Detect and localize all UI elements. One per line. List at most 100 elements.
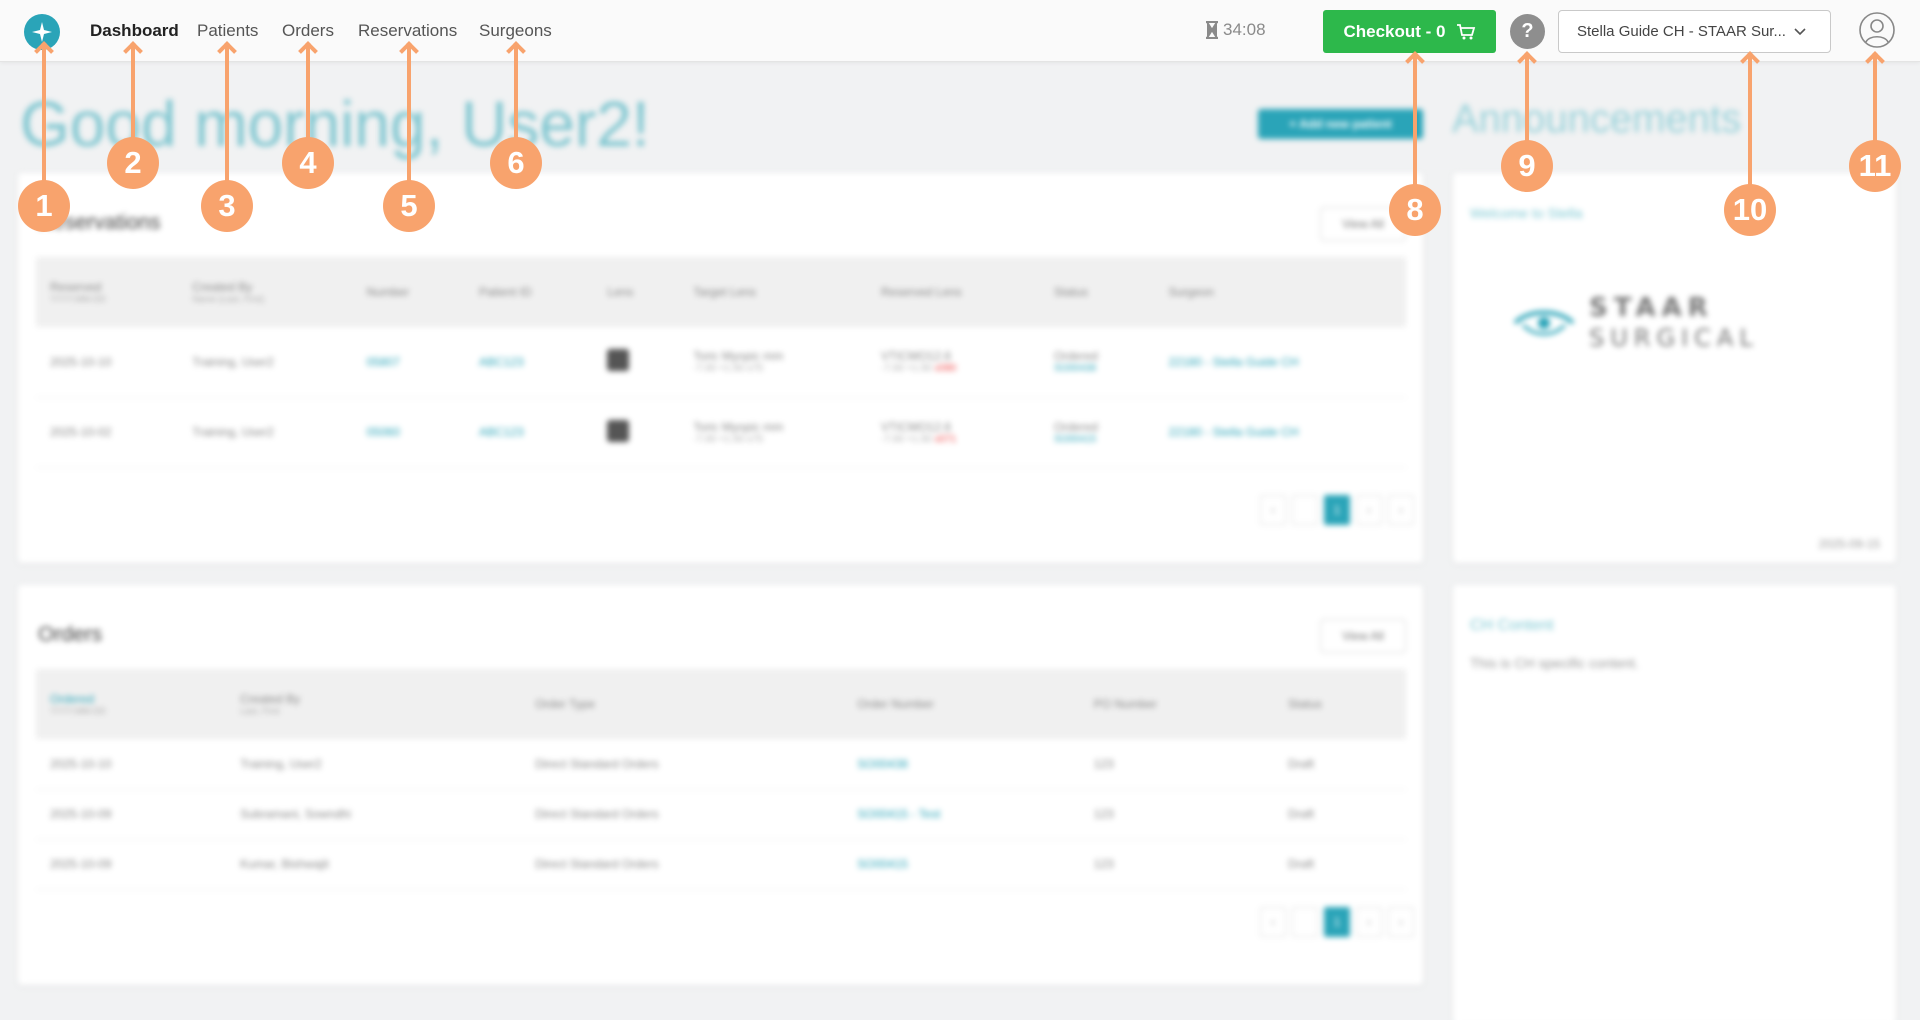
- cell-status: Draft: [1274, 739, 1406, 790]
- logo-text-surgical: SURGICAL: [1589, 324, 1759, 352]
- add-new-patient-button[interactable]: + Add new patient: [1258, 109, 1423, 139]
- patient-id-link[interactable]: ABC123: [464, 397, 594, 468]
- callout-badge: 10: [1724, 184, 1776, 236]
- pager-current-page[interactable]: 1: [1324, 907, 1350, 937]
- timer-value: 34:08: [1223, 20, 1266, 39]
- pager-last[interactable]: ›: [1388, 907, 1414, 937]
- nav-patients[interactable]: Patients: [197, 21, 258, 41]
- nav-reservations[interactable]: Reservations: [358, 21, 457, 41]
- cell-reserved: 2025-10-02: [36, 397, 179, 468]
- cell-reserved-lens: VTICMO12.6 -7.00 +1.50 x080: [866, 327, 1040, 398]
- table-row: 2025-10-09 Subramani, Sowndhi Direct Sta…: [36, 789, 1406, 840]
- orders-title: Orders: [38, 623, 103, 646]
- order-number-link[interactable]: SO00415: [843, 839, 1080, 890]
- col-target-lens: Target Lens: [693, 285, 756, 299]
- cell-order-type: Direct Standard Orders: [521, 789, 844, 840]
- col-surgeon: Surgeon: [1168, 285, 1214, 299]
- callout-badge: 1: [18, 180, 70, 232]
- callout-badge: 5: [383, 180, 435, 232]
- surgeon-link[interactable]: 22180 - Stella Guide CH: [1154, 327, 1406, 398]
- nav-dashboard[interactable]: Dashboard: [90, 21, 179, 41]
- pager-prev[interactable]: [1292, 907, 1318, 937]
- col-po-number[interactable]: PO Number: [1080, 669, 1274, 739]
- orders-table: Ordered YYYY.MM.DD Created By Last, First …: [36, 669, 1406, 890]
- cell-reserved-lens: VTICMO12.6 -7.00 +1.50 x071: [866, 397, 1040, 468]
- callout-badge: 4: [282, 137, 334, 189]
- user-profile-icon[interactable]: [1858, 11, 1896, 49]
- cell-status: Ordered SO00415: [1039, 397, 1155, 468]
- orders-pagination: ‹ 1 › ›: [1260, 907, 1414, 937]
- announcements-card: Welcome to Stella STAAR SURGICAL 2025-09…: [1453, 173, 1896, 563]
- patient-id-link[interactable]: ABC123: [464, 327, 594, 398]
- reservations-table: Reserved YYYY.MM.DD Created By Name (Last,…: [36, 257, 1406, 468]
- col-patient-id[interactable]: Patient ID: [465, 257, 593, 327]
- ch-content-card: CH Content This is CH specific content.: [1453, 585, 1896, 1020]
- col-created-by[interactable]: Created By Name (Last, First): [178, 257, 352, 327]
- cell-ordered: 2025-10-09: [36, 789, 227, 840]
- cell-created-by: Kumar, Bishwajit: [226, 839, 522, 890]
- cell-ordered: 2025-10-09: [36, 839, 227, 890]
- cell-status: Draft: [1274, 789, 1406, 840]
- cart-icon: [1456, 23, 1475, 39]
- reservation-number-link[interactable]: 05807: [352, 327, 465, 398]
- reservations-pagination: ‹ 1 › ›: [1260, 495, 1414, 525]
- site-selector-dropdown[interactable]: Stella Guide CH - STAAR Sur...: [1558, 10, 1831, 53]
- ch-content-title: CH Content: [1470, 617, 1554, 634]
- announcement-welcome-link[interactable]: Welcome to Stella: [1470, 205, 1583, 221]
- announcement-date: 2025-09-15: [1818, 537, 1880, 551]
- col-lens: Lens: [607, 285, 634, 299]
- col-status[interactable]: Status: [1274, 669, 1406, 739]
- table-row: 2025-10-09 Kumar, Bishwajit Direct Stand…: [36, 839, 1406, 890]
- ch-content-text: This is CH specific content.: [1470, 655, 1639, 671]
- col-status[interactable]: Status: [1040, 257, 1155, 327]
- surgeon-link[interactable]: 22180 - Stella Guide CH: [1154, 397, 1406, 468]
- callout-badge: 3: [201, 180, 253, 232]
- pager-first[interactable]: ‹: [1260, 907, 1286, 937]
- table-row: 2025-10-02 Training, User2 05060 ABC123 …: [36, 397, 1406, 468]
- pager-last[interactable]: ›: [1388, 495, 1414, 525]
- reservation-number-link[interactable]: 05060: [352, 397, 465, 468]
- cell-po: 123: [1079, 739, 1275, 790]
- question-icon: ?: [1521, 20, 1534, 42]
- nav-surgeons[interactable]: Surgeons: [479, 21, 552, 41]
- dashboard-content: Good morning, User2! + Add new patient A…: [0, 63, 1920, 1020]
- callout-badge: 8: [1389, 184, 1441, 236]
- nav-orders[interactable]: Orders: [282, 21, 334, 41]
- status-order-link[interactable]: SO00438: [1054, 363, 1141, 374]
- cell-lens: [593, 397, 680, 468]
- orders-view-all-button[interactable]: View All: [1320, 619, 1406, 653]
- col-created-by[interactable]: Created By Last, First: [226, 669, 521, 739]
- col-ordered[interactable]: Ordered YYYY.MM.DD: [36, 669, 226, 739]
- hourglass-icon: [1206, 21, 1218, 39]
- order-number-link[interactable]: SO00438: [843, 739, 1080, 790]
- site-selector-value: Stella Guide CH - STAAR Sur...: [1577, 23, 1786, 40]
- table-row: 2025-10-10 Training, User2 Direct Standa…: [36, 739, 1406, 790]
- col-reserved[interactable]: Reserved YYYY.MM.DD: [36, 257, 178, 327]
- orders-card: Orders View All Ordered YYYY.MM.DD Create…: [18, 585, 1423, 985]
- cell-lens: [593, 327, 680, 398]
- checkout-button[interactable]: Checkout - 0: [1323, 10, 1496, 53]
- eye-logo-icon: [1513, 310, 1575, 336]
- cell-target-lens: Toric Myopic mm -7.00 +1.50 x75: [679, 327, 867, 398]
- checkout-label: Checkout - 0: [1343, 21, 1446, 41]
- order-number-link[interactable]: SO00415 - Test: [843, 789, 1080, 840]
- pager-prev[interactable]: [1292, 495, 1318, 525]
- logo-text-staar: STAAR: [1589, 293, 1714, 323]
- pager-next[interactable]: ›: [1356, 495, 1382, 525]
- help-button[interactable]: ?: [1510, 14, 1545, 49]
- cell-order-type: Direct Standard Orders: [521, 839, 844, 890]
- lens-icon: [607, 419, 630, 442]
- pager-current-page[interactable]: 1: [1324, 495, 1350, 525]
- col-number[interactable]: Number: [353, 257, 465, 327]
- callout-badge: 6: [490, 137, 542, 189]
- status-order-link[interactable]: SO00415: [1054, 434, 1141, 445]
- pager-next[interactable]: ›: [1356, 907, 1382, 937]
- cell-po: 123: [1079, 839, 1275, 890]
- cell-status: Draft: [1274, 839, 1406, 890]
- col-order-number[interactable]: Order Number: [843, 669, 1079, 739]
- pager-first[interactable]: ‹: [1260, 495, 1286, 525]
- cell-created-by: Training, User2: [178, 397, 353, 468]
- col-order-type[interactable]: Order Type: [521, 669, 843, 739]
- cell-reserved: 2025-10-10: [36, 327, 179, 398]
- callout-arrow: [1413, 56, 1417, 196]
